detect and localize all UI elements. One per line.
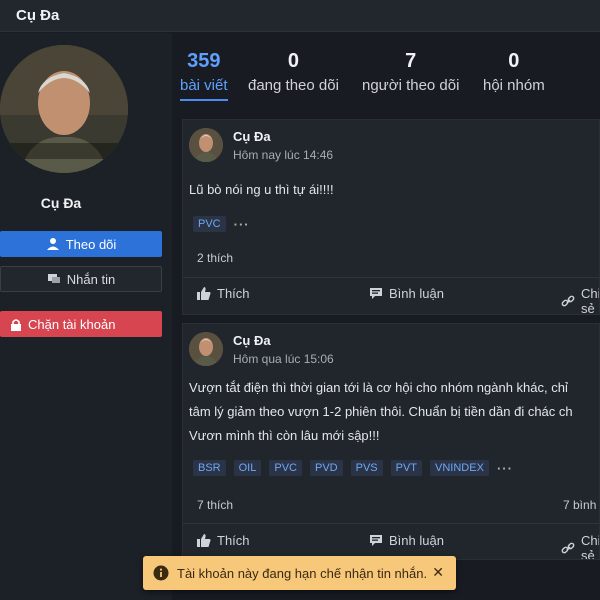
post-time[interactable]: Hôm nay lúc 14:46 bbox=[233, 148, 333, 162]
comment-button[interactable]: Bình luận bbox=[369, 286, 444, 301]
tag-pvt[interactable]: PVT bbox=[390, 460, 423, 476]
message-label: Nhắn tin bbox=[66, 271, 116, 287]
post-tags: BSR OIL PVC PVD PVS PVT VNINDEX ··· bbox=[193, 460, 513, 476]
close-icon[interactable]: ✕ bbox=[432, 564, 444, 581]
post-card: Cụ Đa Hôm nay lúc 14:46 Lũ bò nói ng u t… bbox=[182, 119, 600, 315]
avatar-photo bbox=[0, 45, 128, 173]
block-button[interactable]: Chặn tài khoản bbox=[0, 311, 162, 337]
tag-pvc[interactable]: PVC bbox=[269, 460, 302, 476]
stat-label: bài viết bbox=[180, 77, 228, 94]
profile-stats: 359 bài viết 0 đang theo dõi 7 người the… bbox=[172, 40, 600, 108]
tag-pvs[interactable]: PVS bbox=[350, 460, 383, 476]
stat-value: 7 bbox=[405, 50, 417, 72]
message-button[interactable]: Nhắn tin bbox=[0, 266, 162, 292]
link-icon bbox=[561, 295, 575, 306]
stat-groups[interactable]: 0 hội nhóm bbox=[483, 48, 545, 98]
stat-following[interactable]: 0 đang theo dõi bbox=[248, 48, 339, 98]
info-icon bbox=[153, 565, 169, 581]
page-title: Cụ Đa bbox=[16, 7, 60, 24]
post-content-line: Vươn mình thì còn lâu mới sập!!! bbox=[189, 428, 380, 443]
share-label: Chia sẻ bbox=[581, 286, 599, 315]
follow-button[interactable]: Theo dõi bbox=[0, 231, 162, 257]
comment-button[interactable]: Bình luận bbox=[369, 533, 444, 548]
divider bbox=[183, 277, 599, 278]
comment-label: Bình luận bbox=[389, 533, 444, 548]
follow-label: Theo dõi bbox=[65, 236, 117, 252]
tag-bsr[interactable]: BSR bbox=[193, 460, 226, 476]
like-button[interactable]: Thích bbox=[197, 286, 250, 301]
stat-label: hội nhóm bbox=[483, 77, 545, 94]
like-count[interactable]: 2 thích bbox=[197, 251, 233, 265]
stat-followers[interactable]: 7 người theo dõi bbox=[362, 48, 459, 98]
thumbs-up-icon bbox=[197, 287, 211, 300]
post-author-avatar[interactable] bbox=[189, 332, 223, 366]
like-label: Thích bbox=[217, 533, 250, 548]
post-content-line: tâm lý giảm theo vượn 1-2 phiên thôi. Ch… bbox=[189, 404, 573, 419]
warning-toast: Tài khoản này đang hạn chế nhận tin nhắn… bbox=[143, 556, 456, 590]
thumbs-up-icon bbox=[197, 534, 211, 547]
follow-icon bbox=[46, 238, 59, 250]
post-content: Vượn tắt điện thì thời gian tới là cơ hộ… bbox=[189, 376, 573, 448]
tag-pvd[interactable]: PVD bbox=[309, 460, 343, 476]
like-label: Thích bbox=[217, 286, 250, 301]
share-label: Chia sẻ bbox=[581, 533, 599, 560]
post-author[interactable]: Cụ Đa bbox=[233, 333, 271, 348]
tag-pvc[interactable]: PVC bbox=[193, 216, 226, 232]
comment-icon bbox=[370, 535, 382, 546]
avatar-photo bbox=[189, 332, 223, 366]
post-author-avatar[interactable] bbox=[189, 128, 223, 162]
stat-value: 359 bbox=[187, 50, 221, 72]
post-author[interactable]: Cụ Đa bbox=[233, 129, 271, 144]
post-card: Cụ Đa Hôm qua lúc 15:06 Vượn tắt điện th… bbox=[182, 323, 600, 560]
tag-oil[interactable]: OIL bbox=[233, 460, 262, 476]
post-tags: PVC ··· bbox=[193, 216, 250, 232]
post-content-line: Lũ bò nói ng u thì tự ái!!!! bbox=[189, 182, 334, 197]
more-icon[interactable]: ··· bbox=[234, 217, 250, 232]
more-icon[interactable]: ··· bbox=[497, 461, 513, 476]
profile-avatar[interactable] bbox=[0, 45, 128, 173]
stat-posts[interactable]: 359 bài viết bbox=[180, 48, 228, 101]
post-content-line: Vượn tắt điện thì thời gian tới là cơ hộ… bbox=[189, 380, 568, 395]
share-button[interactable]: Chia sẻ bbox=[561, 533, 599, 560]
avatar-photo bbox=[189, 128, 223, 162]
stat-label: người theo dõi bbox=[362, 77, 460, 94]
active-tab-indicator bbox=[180, 99, 228, 101]
share-button[interactable]: Chia sẻ bbox=[561, 286, 599, 315]
post-content: Lũ bò nói ng u thì tự ái!!!! bbox=[189, 178, 334, 202]
top-bar: Cụ Đa bbox=[0, 0, 600, 32]
lock-icon bbox=[11, 318, 21, 331]
post-time[interactable]: Hôm qua lúc 15:06 bbox=[233, 352, 334, 366]
tag-vnindex[interactable]: VNINDEX bbox=[430, 460, 489, 476]
profile-sidebar: Cụ Đa Theo dõi Nhắn tin Chặn tài khoản bbox=[0, 33, 172, 600]
chat-icon bbox=[47, 274, 60, 283]
block-label: Chặn tài khoản bbox=[28, 316, 116, 332]
comment-count[interactable]: 7 bình bbox=[563, 498, 596, 512]
like-button[interactable]: Thích bbox=[197, 533, 250, 548]
stat-value: 0 bbox=[508, 50, 520, 72]
stat-label: đang theo dõi bbox=[248, 77, 339, 94]
stat-value: 0 bbox=[287, 50, 300, 72]
comment-label: Bình luận bbox=[389, 286, 444, 301]
comment-icon bbox=[370, 288, 382, 299]
like-count[interactable]: 7 thích bbox=[197, 498, 233, 512]
profile-name: Cụ Đa bbox=[40, 195, 82, 211]
toast-message: Tài khoản này đang hạn chế nhận tin nhắn… bbox=[177, 565, 428, 581]
link-icon bbox=[561, 542, 575, 553]
divider bbox=[183, 523, 599, 524]
